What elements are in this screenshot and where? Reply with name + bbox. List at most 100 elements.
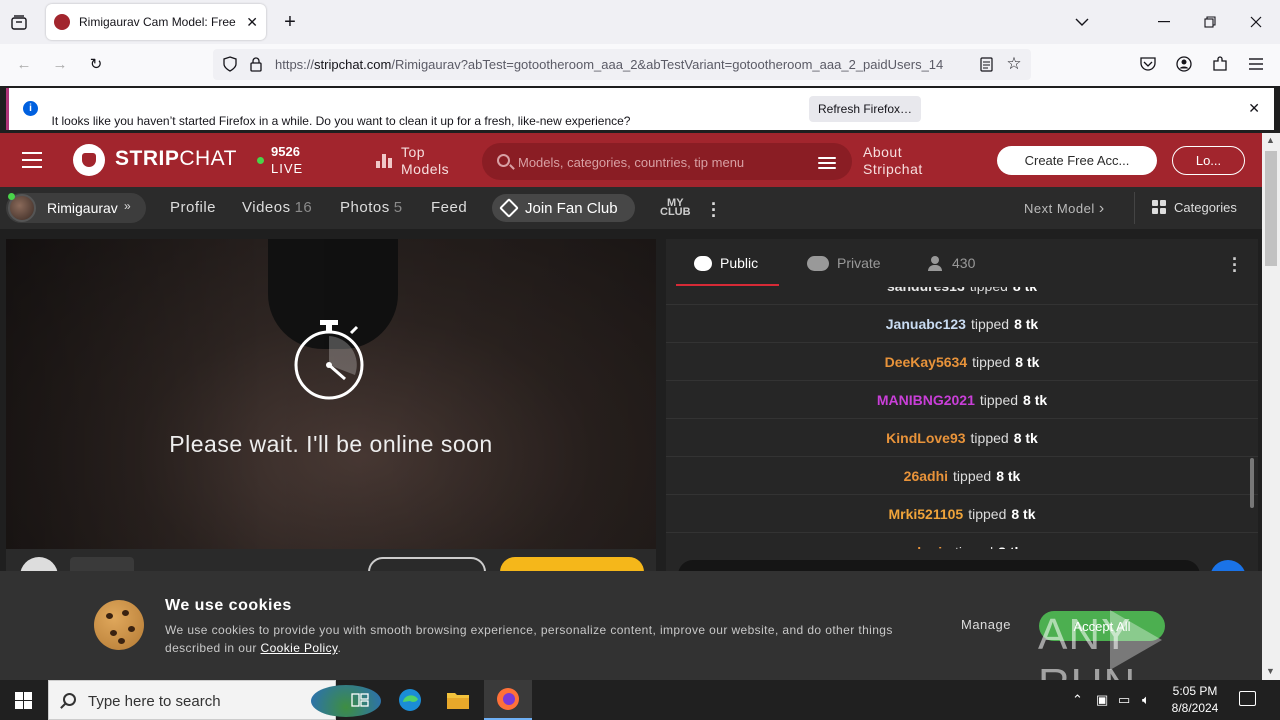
login-button[interactable]: Lo... xyxy=(1172,146,1245,175)
network-icon[interactable]: ▭ xyxy=(1118,692,1130,708)
scroll-down-icon[interactable]: ▼ xyxy=(1266,666,1275,676)
next-model-button[interactable]: Next Model › xyxy=(1024,200,1105,218)
close-tab-icon[interactable]: ✕ xyxy=(246,14,258,31)
tipped-word: tipped xyxy=(970,287,1008,294)
edge-browser-icon[interactable] xyxy=(386,680,434,720)
scroll-up-icon[interactable]: ▲ xyxy=(1266,135,1275,145)
scrollbar-thumb[interactable] xyxy=(1265,151,1277,266)
chat-input-area xyxy=(666,549,1258,596)
play-triangle-icon xyxy=(1110,610,1162,670)
video-controls xyxy=(6,549,656,595)
chat-username[interactable]: DeeKay5634 xyxy=(885,354,968,370)
firefox-refresh-notification: i It looks like you haven’t started Fire… xyxy=(6,88,1274,166)
refresh-firefox-button[interactable]: Refresh Firefox… xyxy=(809,96,921,122)
chat-username[interactable]: Januabc123 xyxy=(886,316,966,332)
page-scrollbar[interactable]: ▲ ▼ xyxy=(1262,133,1280,680)
tab-public[interactable]: Public xyxy=(694,255,758,271)
browser-tab-bar: Rimigaurav Cam Model: Free Li ✕ + xyxy=(0,0,1280,44)
close-window-icon[interactable] xyxy=(1246,12,1266,32)
close-notification-icon[interactable]: ✕ xyxy=(1248,100,1260,117)
volume-icon[interactable]: 🔈︎ xyxy=(1142,692,1150,708)
tab-private[interactable]: Private xyxy=(807,255,881,271)
manage-cookies-button[interactable]: Manage xyxy=(961,617,1011,632)
tip-amount: 8 tk xyxy=(1013,430,1038,446)
chat-username[interactable]: sandures13 xyxy=(887,287,965,294)
online-dot xyxy=(8,193,15,200)
active-tab-indicator xyxy=(676,284,779,286)
browser-tab-active[interactable]: Rimigaurav Cam Model: Free Li ✕ xyxy=(46,4,266,40)
back-arrow-icon[interactable]: ← xyxy=(14,54,34,74)
tab-photos[interactable]: Photos 5 xyxy=(340,199,403,216)
pocket-icon[interactable] xyxy=(1138,54,1158,74)
chat-username[interactable]: 26adhi xyxy=(904,468,948,484)
tab-feed[interactable]: Feed xyxy=(431,199,467,216)
taskbar-search[interactable]: Type here to search xyxy=(48,680,381,720)
about-stripchat-link[interactable]: About Stripchat xyxy=(863,144,923,178)
private-chat-icon xyxy=(807,256,829,271)
search-input[interactable] xyxy=(518,152,808,172)
chat-options-icon[interactable]: · · · xyxy=(1232,250,1238,280)
taskbar-search-placeholder: Type here to search xyxy=(88,693,221,710)
model-selector[interactable]: Rimigaurav » xyxy=(6,193,146,223)
url-text[interactable]: https://stripchat.com/Rimigaurav?abTest=… xyxy=(275,57,975,72)
chat-tabs: Public Private 430 · · · xyxy=(666,239,1258,287)
create-account-button[interactable]: Create Free Acc... xyxy=(997,146,1157,175)
bookmark-star-icon[interactable]: ☆ xyxy=(1005,54,1023,73)
restore-window-icon[interactable] xyxy=(1200,12,1220,32)
cookie-icon xyxy=(94,600,144,650)
reload-icon[interactable]: ↻ xyxy=(86,54,106,74)
show-hidden-icons-icon[interactable]: ⌃ xyxy=(1072,692,1083,708)
offline-message: Please wait. I'll be online soon xyxy=(169,431,493,457)
viewers-count[interactable]: 430 xyxy=(928,255,975,271)
divider xyxy=(1134,192,1135,224)
new-tab-button[interactable]: + xyxy=(280,10,300,34)
cookie-policy-link[interactable]: Cookie Policy xyxy=(261,641,338,655)
join-fan-club-button[interactable]: Join Fan Club xyxy=(492,194,635,222)
tab-profile[interactable]: Profile xyxy=(170,199,216,216)
my-club-icon[interactable]: MY CLUB xyxy=(660,198,691,218)
windows-start-icon[interactable] xyxy=(15,692,32,709)
site-logo-text[interactable]: STRIPCHAT xyxy=(115,147,237,171)
task-view-icon[interactable] xyxy=(336,680,384,720)
tab-videos[interactable]: Videos 16 xyxy=(242,199,312,216)
top-models-link[interactable]: Top Models xyxy=(401,144,449,178)
tab-list-icon[interactable] xyxy=(8,12,30,32)
chat-username[interactable]: MANIBNG2021 xyxy=(877,392,975,408)
stripchat-logo-icon[interactable] xyxy=(73,144,105,176)
firefox-taskbar-icon[interactable] xyxy=(484,680,532,720)
tip-amount: 8 tk xyxy=(1011,506,1036,522)
file-explorer-icon[interactable] xyxy=(434,680,482,720)
video-player[interactable]: Please wait. I'll be online soon xyxy=(6,239,656,549)
tip-amount: 8 tk xyxy=(1014,316,1039,332)
app-menu-icon[interactable] xyxy=(1246,54,1266,74)
chat-panel: Public Private 430 ··· sandures13tipped8… xyxy=(666,239,1258,549)
cookie-title: We use cookies xyxy=(165,597,292,614)
chat-username[interactable]: Mrki521105 xyxy=(888,506,963,522)
hamburger-menu-icon[interactable] xyxy=(22,152,42,168)
lock-icon[interactable] xyxy=(247,55,265,73)
notification-center-icon[interactable] xyxy=(1239,691,1256,706)
categories-button[interactable]: Categories xyxy=(1152,200,1237,215)
tipped-word: tipped xyxy=(970,430,1009,446)
live-indicator-dot xyxy=(257,157,264,164)
network-drive-icon[interactable]: ▣ xyxy=(1096,692,1108,708)
chat-scrollbar[interactable] xyxy=(1250,458,1254,508)
model-name: Rimigaurav xyxy=(47,200,118,216)
list-all-tabs-icon[interactable] xyxy=(1072,12,1092,32)
windows-taskbar: Type here to search ⌃ ▣ ▭ 🔈︎ 5:05 PM 8/8/… xyxy=(0,680,1280,720)
forward-arrow-icon[interactable]: → xyxy=(50,54,70,74)
tip-amount: 8 tk xyxy=(996,468,1021,484)
tracking-shield-icon[interactable] xyxy=(221,55,239,73)
reader-view-icon[interactable] xyxy=(977,55,995,73)
tip-amount: 8 tk xyxy=(1013,287,1037,294)
chat-messages: sandures13tipped8 tkJanuabc123tipped8 tk… xyxy=(666,287,1258,549)
system-clock[interactable]: 5:05 PM 8/8/2024 xyxy=(1165,683,1225,717)
address-bar[interactable]: https://stripchat.com/Rimigaurav?abTest=… xyxy=(213,49,1031,80)
account-icon[interactable] xyxy=(1174,54,1194,74)
filter-icon[interactable] xyxy=(818,154,836,169)
minimize-window-icon[interactable] xyxy=(1154,12,1174,32)
more-options-icon[interactable]: · · · xyxy=(711,195,717,225)
model-bar: Rimigaurav » Profile Videos 16 Photos 5 Fe… xyxy=(0,187,1262,229)
extensions-icon[interactable] xyxy=(1210,54,1230,74)
chat-username[interactable]: KindLove93 xyxy=(886,430,965,446)
